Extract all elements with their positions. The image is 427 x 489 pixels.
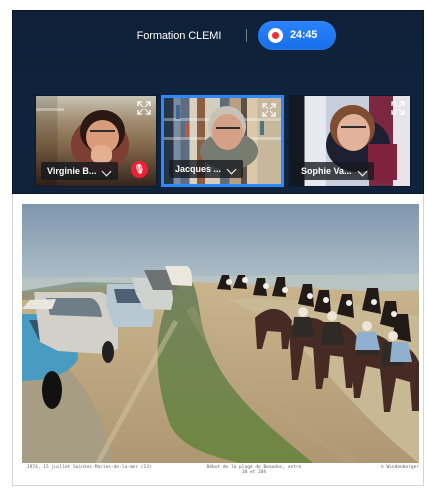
expand-icon[interactable] — [390, 100, 406, 116]
caption-date-location: 1974, 15 juillet Saintes-Maries-de-la-me… — [27, 465, 152, 470]
participant-name: Virginie B... — [47, 166, 97, 176]
expand-icon[interactable] — [261, 102, 277, 118]
chevron-down-icon — [226, 164, 237, 175]
video-conference-screen: Formation CLEMI 24:45 Virginie B... 🎙 Ja… — [0, 0, 427, 489]
participant-hands — [91, 145, 112, 163]
title-divider — [246, 29, 247, 42]
call-panel: Formation CLEMI 24:45 Virginie B... 🎙 Ja… — [12, 10, 424, 194]
background-book — [185, 123, 189, 137]
participant-glasses — [90, 130, 115, 135]
meeting-topbar: Formation CLEMI 24:45 — [13, 11, 423, 59]
background-book — [176, 105, 180, 119]
background-shelf — [36, 108, 64, 111]
participant-name: Jacques ... — [175, 164, 222, 174]
recording-time: 24:45 — [290, 29, 318, 41]
chevron-down-icon — [357, 166, 367, 177]
background-book — [260, 121, 264, 135]
photo-illustration — [22, 204, 419, 463]
participant-face — [337, 114, 370, 151]
recording-timer[interactable]: 24:45 — [258, 21, 336, 50]
meeting-title: Formation CLEMI — [136, 30, 222, 42]
muted-mic-icon: 🎙 — [131, 161, 148, 178]
chevron-down-icon — [101, 166, 112, 177]
participant-face — [212, 114, 243, 150]
participant-strip: Virginie B... 🎙 Jacques ... Sophie Va... — [35, 95, 419, 187]
participant-glasses — [216, 127, 240, 132]
participant-name-label[interactable]: Jacques ... — [169, 160, 244, 178]
record-dot-icon — [268, 28, 283, 43]
caption-description: Début de la plage de Beauduc, entre 18 e… — [206, 465, 302, 475]
shared-content-area[interactable]: 1974, 15 juillet Saintes-Maries-de-la-me… — [12, 194, 424, 486]
participant-tile-sophie[interactable]: Sophie Va... — [289, 95, 411, 187]
participant-glasses — [341, 126, 366, 131]
participant-name: Sophie Va... — [301, 166, 352, 176]
photo-caption: 1974, 15 juillet Saintes-Maries-de-la-me… — [27, 465, 419, 477]
participant-tile-jacques[interactable]: Jacques ... — [161, 95, 284, 187]
caption-credit: © Windenberger — [381, 465, 419, 470]
participant-name-label[interactable]: Sophie Va... — [295, 162, 374, 180]
participant-name-label[interactable]: Virginie B... — [41, 162, 119, 180]
expand-icon[interactable] — [136, 100, 152, 116]
participant-tile-virginie[interactable]: Virginie B... 🎙 — [35, 95, 157, 187]
shared-photo[interactable] — [22, 204, 419, 463]
